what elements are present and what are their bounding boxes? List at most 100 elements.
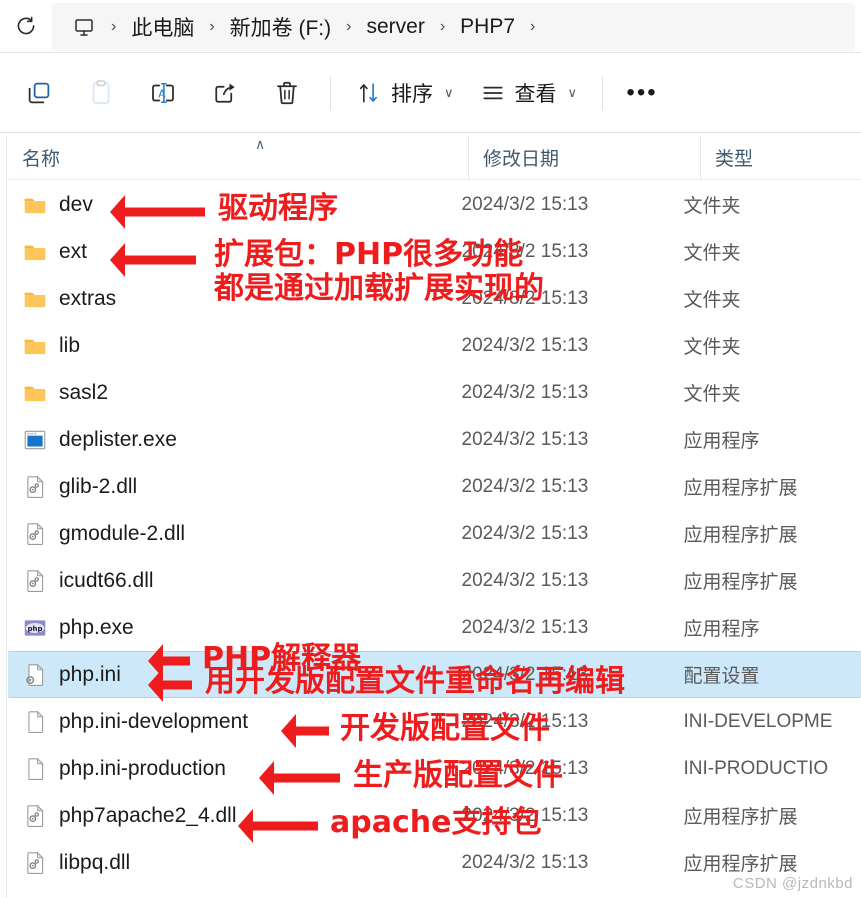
- column-header-type[interactable]: 类型: [700, 136, 860, 179]
- breadcrumb-separator-0: ›: [111, 17, 117, 35]
- file-type-cell: 文件夹: [683, 290, 741, 311]
- breadcrumb-item-drive-f[interactable]: 新加卷 (F:): [224, 10, 337, 44]
- table-row[interactable]: php7apache2_4.dll 2024/3/2 15:13 应用程序扩展: [8, 792, 861, 839]
- sort-ascending-icon: ∧: [255, 136, 266, 152]
- blank-file-icon: [28, 757, 44, 780]
- breadcrumb-item-this-pc[interactable]: 此电脑: [125, 10, 200, 44]
- file-name-label: ext: [59, 239, 88, 263]
- breadcrumb-separator-4[interactable]: ›: [521, 18, 544, 36]
- share-icon: [215, 83, 235, 103]
- file-name-label: extras: [59, 286, 117, 310]
- sort-button-label: 排序: [391, 83, 433, 106]
- file-date-cell: 2024/3/2 15:13: [461, 287, 589, 309]
- file-date-cell: 2024/3/2 15:13: [461, 428, 589, 450]
- dll-icon: [27, 475, 44, 498]
- table-row[interactable]: deplister.exe 2024/3/2 15:13 应用程序: [8, 416, 861, 463]
- share-button[interactable]: [194, 66, 256, 120]
- table-row[interactable]: extras 2024/3/2 15:13 文件夹: [8, 275, 861, 322]
- rename-icon: A: [152, 83, 174, 103]
- table-row[interactable]: lib 2024/3/2 15:13 文件夹: [8, 322, 861, 369]
- svg-text:php: php: [28, 624, 43, 632]
- table-row[interactable]: php.ini-production 2024/3/2 15:13 INI-PROD…: [8, 745, 861, 792]
- view-button[interactable]: 查看 ∨: [467, 68, 591, 118]
- table-row[interactable]: ext 2024/3/2 15:13 文件夹: [8, 228, 861, 275]
- column-header-name-label: 名称: [22, 149, 61, 170]
- file-date-cell: 2024/3/2 15:13: [461, 381, 589, 403]
- column-header-type-label: 类型: [715, 149, 754, 170]
- file-date-cell: 2024/3/2 15:13: [461, 240, 589, 262]
- dll-icon: [27, 804, 44, 827]
- table-row[interactable]: sasl2 2024/3/2 15:13 文件夹: [8, 369, 861, 416]
- file-name-cell: sasl2: [8, 380, 448, 406]
- file-date-cell: 2024/3/2 15:13: [461, 804, 589, 826]
- breadcrumb-item-server[interactable]: server: [360, 13, 430, 41]
- dll-icon: [27, 569, 44, 592]
- file-name-label: php.exe: [59, 615, 134, 639]
- chevron-down-icon: ∨: [444, 85, 454, 100]
- ini-icon: [26, 663, 44, 686]
- file-name-cell: lib: [8, 333, 448, 359]
- sort-button[interactable]: 排序 ∨: [343, 68, 467, 118]
- file-name-cell: gmodule-2.dll: [8, 521, 448, 547]
- file-type-cell: 文件夹: [683, 243, 741, 264]
- file-name-label: sasl2: [59, 380, 109, 404]
- table-row[interactable]: icudt66.dll 2024/3/2 15:13 应用程序扩展: [8, 557, 861, 604]
- file-type-cell: 配置设置: [683, 666, 760, 687]
- file-date-cell: 2024/3/2 15:13: [461, 522, 589, 544]
- column-header-divider: [8, 179, 861, 180]
- rename-button[interactable]: A: [132, 66, 194, 120]
- file-type-cell: 应用程序扩展: [683, 572, 798, 593]
- table-row[interactable]: gmodule-2.dll 2024/3/2 15:13 应用程序扩展: [8, 510, 861, 557]
- toolbar-divider-2: [602, 76, 604, 110]
- folder-icon: [24, 198, 46, 213]
- file-type-cell: 文件夹: [683, 337, 741, 358]
- table-row[interactable]: glib-2.dll 2024/3/2 15:13 应用程序扩展: [8, 463, 861, 510]
- trash-icon: [277, 81, 297, 105]
- file-name-label: php7apache2_4.dll: [59, 803, 237, 827]
- file-type-cell: INI-DEVELOPME: [683, 710, 833, 732]
- more-options-button[interactable]: •••: [615, 68, 669, 118]
- column-header-date[interactable]: 修改日期: [468, 136, 700, 179]
- table-row[interactable]: php php.exe 2024/3/2 15:13 应用程序: [8, 604, 861, 651]
- file-name-cell: php.ini-production: [8, 756, 448, 782]
- file-list-pane: 名称 ∧ 修改日期 类型 dev 2024/3/2 15:13 文件夹 ext 2024…: [0, 136, 861, 898]
- file-name-label: php.ini-production: [59, 756, 226, 780]
- file-type-cell: 应用程序扩展: [683, 854, 798, 875]
- refresh-button[interactable]: [0, 6, 52, 48]
- file-name-cell: glib-2.dll: [8, 474, 448, 500]
- blank-file-icon: [28, 710, 44, 733]
- table-row[interactable]: dev 2024/3/2 15:13 文件夹: [8, 181, 861, 228]
- copy-icon: [28, 82, 50, 104]
- column-header-date-label: 修改日期: [483, 149, 560, 170]
- breadcrumb-separator-2: ›: [346, 17, 352, 35]
- file-type-cell: INI-PRODUCTIO: [683, 757, 829, 779]
- copy-button[interactable]: [8, 66, 70, 120]
- folder-icon: [24, 245, 46, 260]
- file-name-cell: icudt66.dll: [8, 568, 448, 594]
- table-row[interactable]: php.ini 2024/3/2 15:13 配置设置: [8, 651, 861, 698]
- sort-arrows-icon: [359, 83, 378, 103]
- file-name-cell: php7apache2_4.dll: [8, 803, 448, 829]
- file-name-cell: extras: [8, 286, 448, 312]
- paste-button[interactable]: [70, 66, 132, 120]
- table-row[interactable]: php.ini-development 2024/3/2 15:13 INI-DEV…: [8, 698, 861, 745]
- file-name-label: php.ini: [59, 662, 121, 686]
- file-name-label: glib-2.dll: [59, 474, 138, 498]
- breadcrumb-item-php7[interactable]: PHP7: [454, 13, 521, 41]
- delete-button[interactable]: [256, 66, 318, 120]
- file-date-cell: 2024/3/2 15:13: [461, 334, 589, 356]
- breadcrumb[interactable]: › 此电脑 › 新加卷 (F:) › server › PHP7 ›: [52, 2, 855, 51]
- file-date-cell: 2024/3/2 15:13: [461, 616, 589, 638]
- file-date-cell: 2024/3/2 15:13: [461, 663, 589, 685]
- file-type-cell: 应用程序: [683, 431, 760, 452]
- file-date-cell: 2024/3/2 15:13: [461, 475, 589, 497]
- file-name-cell: php.ini-development: [8, 709, 448, 735]
- dll-icon: [27, 522, 44, 545]
- column-header-name[interactable]: 名称 ∧: [8, 136, 468, 179]
- file-date-cell: 2024/3/2 15:13: [461, 193, 589, 215]
- file-name-cell: deplister.exe: [8, 427, 448, 453]
- file-name-label: gmodule-2.dll: [59, 521, 186, 545]
- toolbar-divider-1: [330, 76, 331, 110]
- command-bar: A 排序 ∨ 查看 ∨ •••: [0, 57, 861, 129]
- this-pc-monitor-icon: [72, 15, 96, 39]
